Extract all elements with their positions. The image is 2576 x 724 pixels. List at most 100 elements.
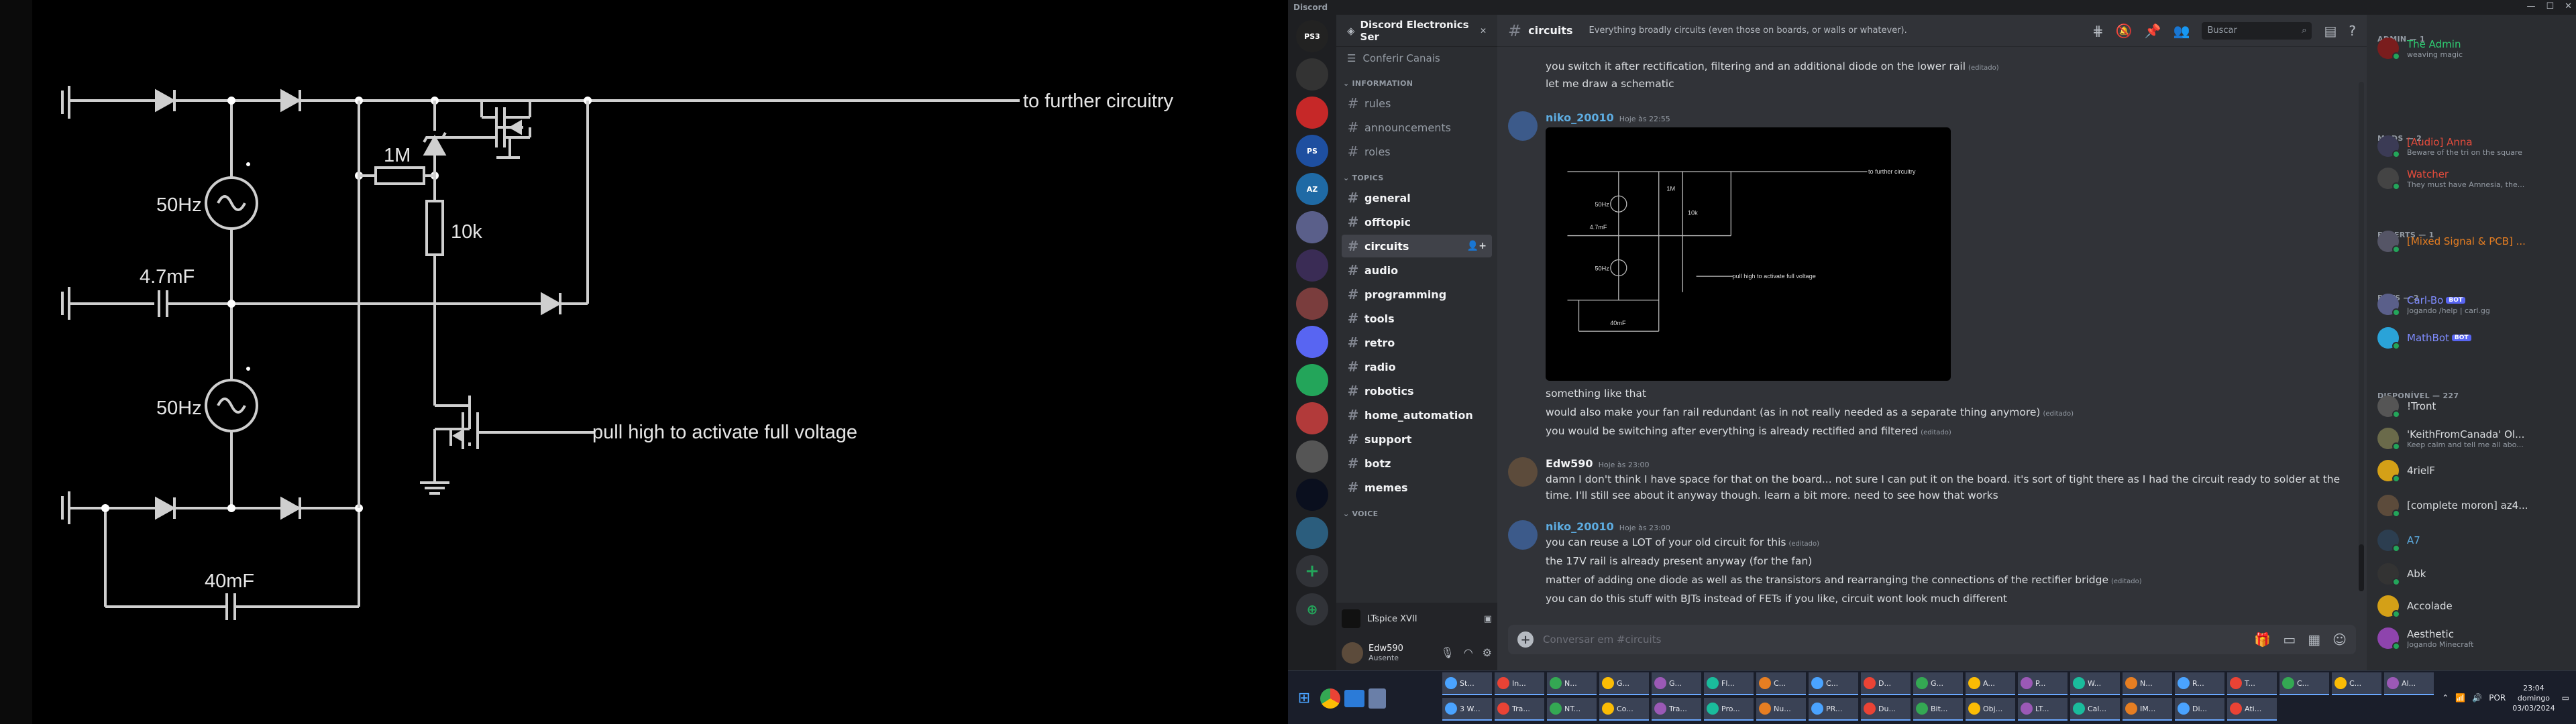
server-icon[interactable] bbox=[1296, 58, 1328, 90]
member-item[interactable]: !Tront bbox=[2372, 391, 2571, 421]
taskbar-window-button[interactable]: P... bbox=[2018, 672, 2068, 695]
taskbar-window-button[interactable]: St... bbox=[1442, 672, 1492, 695]
minimize-icon[interactable]: — bbox=[2526, 1, 2535, 11]
category-topics[interactable]: ⌄ TOPICS bbox=[1336, 164, 1497, 185]
notifications-icon[interactable]: ▭ bbox=[2562, 693, 2569, 703]
add-server-icon[interactable]: + bbox=[1296, 555, 1328, 587]
channel-item[interactable]: # botz bbox=[1342, 452, 1492, 475]
server-icon[interactable] bbox=[1296, 440, 1328, 473]
channel-item[interactable]: # roles bbox=[1342, 140, 1492, 163]
taskbar-window-button[interactable]: D... bbox=[1861, 672, 1911, 695]
threads-icon[interactable]: ⋕ bbox=[2092, 23, 2104, 39]
browse-channels[interactable]: ☰ Conferir Canais bbox=[1336, 47, 1497, 70]
taskbar-window-button[interactable]: G... bbox=[1652, 672, 1701, 695]
network-icon[interactable]: 📶 bbox=[2455, 693, 2465, 703]
inbox-icon[interactable]: ▤ bbox=[2324, 23, 2337, 39]
server-icon[interactable] bbox=[1296, 364, 1328, 396]
taskbar-window-button[interactable]: C... bbox=[2332, 672, 2381, 695]
activity-panel[interactable]: LTspice XVII ▣ bbox=[1336, 603, 1497, 635]
taskbar-window-button[interactable]: In... bbox=[1495, 672, 1544, 695]
taskbar-window-button[interactable]: Cal... bbox=[2070, 698, 2120, 721]
taskbar-window-button[interactable]: Ati... bbox=[2227, 698, 2277, 721]
taskbar-window-button[interactable]: NT... bbox=[1547, 698, 1597, 721]
headphones-icon[interactable]: ◠ bbox=[1464, 646, 1473, 659]
taskbar-window-button[interactable]: Pro... bbox=[1704, 698, 1754, 721]
member-item[interactable]: A7 bbox=[2372, 526, 2571, 555]
server-icon[interactable]: PS3 bbox=[1296, 20, 1328, 52]
server-icon[interactable] bbox=[1296, 517, 1328, 549]
help-icon[interactable]: ? bbox=[2349, 23, 2356, 39]
schematic-image-attachment[interactable]: to further circuitry pull high to activa… bbox=[1546, 127, 1951, 381]
server-icon[interactable]: PS bbox=[1296, 135, 1328, 167]
category-information[interactable]: ⌄ INFORMATION bbox=[1336, 70, 1497, 90]
taskbar-window-button[interactable]: G... bbox=[1913, 672, 1963, 695]
clock[interactable]: 23:04 domingo 03/03/2024 bbox=[2512, 683, 2555, 713]
taskbar-window-button[interactable]: Tra... bbox=[1652, 698, 1701, 721]
avatar[interactable] bbox=[1342, 642, 1363, 664]
member-item[interactable]: [Audio] Anna Beware of the tri on the squ… bbox=[2372, 131, 2571, 161]
language-indicator[interactable]: POR bbox=[2489, 693, 2506, 703]
notification-bell-icon[interactable]: 🔕 bbox=[2116, 23, 2133, 39]
taskbar-window-button[interactable]: C... bbox=[1756, 672, 1806, 695]
taskbar-window-button[interactable]: G... bbox=[1599, 672, 1649, 695]
taskbar-window-button[interactable]: Du... bbox=[1861, 698, 1911, 721]
taskbar-window-button[interactable]: Nu... bbox=[1756, 698, 1806, 721]
server-icon[interactable] bbox=[1296, 249, 1328, 282]
channel-item[interactable]: # memes bbox=[1342, 476, 1492, 499]
member-item[interactable]: [complete moron] az4... bbox=[2372, 491, 2571, 520]
member-item[interactable]: 'KeithFromCanada' Ol... Keep calm and tel… bbox=[2372, 424, 2571, 453]
taskbar-window-button[interactable]: A... bbox=[1966, 672, 2015, 695]
explore-servers-icon[interactable]: ⊕ bbox=[1296, 593, 1328, 625]
channel-item[interactable]: # home_automation bbox=[1342, 404, 1492, 426]
maximize-icon[interactable]: ☐ bbox=[2546, 1, 2554, 11]
server-icon[interactable] bbox=[1296, 211, 1328, 243]
taskbar-window-button[interactable]: Fl... bbox=[1704, 672, 1754, 695]
chat-scrollbar[interactable] bbox=[2359, 82, 2364, 591]
message-author[interactable]: niko_20010 Hoje às 22:55 bbox=[1546, 111, 1670, 124]
channel-item[interactable]: # general bbox=[1342, 186, 1492, 209]
chrome-icon[interactable] bbox=[1320, 688, 1340, 709]
gear-icon[interactable]: ⚙ bbox=[1483, 646, 1492, 659]
sticker-icon[interactable]: ▦ bbox=[2308, 631, 2320, 648]
server-icon[interactable] bbox=[1296, 97, 1328, 129]
taskbar-window-button[interactable]: Bit... bbox=[1913, 698, 1963, 721]
taskbar-window-button[interactable]: Co... bbox=[1599, 698, 1649, 721]
calculator-icon[interactable] bbox=[1368, 688, 1386, 709]
channel-item[interactable]: # rules bbox=[1342, 92, 1492, 115]
taskbar-window-button[interactable]: Al... bbox=[2384, 672, 2434, 695]
microphone-icon[interactable]: 🎙 bbox=[1440, 646, 1454, 659]
channel-item[interactable]: # robotics bbox=[1342, 379, 1492, 402]
taskbar-window-button[interactable]: IM... bbox=[2123, 698, 2172, 721]
server-icon[interactable] bbox=[1296, 326, 1328, 358]
volume-icon[interactable]: 🔊 bbox=[2472, 693, 2482, 703]
member-item[interactable]: Accolade bbox=[2372, 591, 2571, 621]
avatar[interactable] bbox=[1508, 457, 1538, 487]
channel-item[interactable]: # tools bbox=[1342, 307, 1492, 330]
taskbar-window-button[interactable]: N... bbox=[1547, 672, 1597, 695]
taskbar-window-button[interactable]: LT... bbox=[2018, 698, 2068, 721]
taskbar-window-button[interactable]: C... bbox=[2279, 672, 2329, 695]
server-icon[interactable] bbox=[1296, 479, 1328, 511]
server-icon[interactable] bbox=[1296, 288, 1328, 320]
member-item[interactable]: Watcher They must have Amnesia, the... bbox=[2372, 164, 2571, 193]
folder-icon[interactable] bbox=[1344, 690, 1364, 707]
taskbar-window-button[interactable]: PR... bbox=[1809, 698, 1858, 721]
guild-header[interactable]: ◈ Discord Electronics Ser ✕ bbox=[1336, 15, 1497, 47]
screen-share-icon[interactable]: ▣ bbox=[1484, 614, 1492, 624]
emoji-icon[interactable]: ☺ bbox=[2332, 631, 2347, 648]
scroll-thumb[interactable] bbox=[2359, 544, 2364, 591]
taskbar-window-button[interactable]: Tra... bbox=[1495, 698, 1544, 721]
gif-icon[interactable]: ▭ bbox=[2283, 631, 2296, 648]
channel-item[interactable]: # announcements bbox=[1342, 116, 1492, 139]
pin-icon[interactable]: 📌 bbox=[2145, 23, 2161, 39]
taskbar-window-button[interactable]: W... bbox=[2070, 672, 2120, 695]
channel-item[interactable]: # programming bbox=[1342, 283, 1492, 306]
members-list-icon[interactable]: 👥 bbox=[2174, 23, 2190, 39]
category-voice[interactable]: ⌄ VOICE bbox=[1336, 500, 1497, 521]
attach-plus-icon[interactable]: + bbox=[1517, 631, 1534, 648]
server-icon[interactable]: AZ bbox=[1296, 173, 1328, 205]
channel-item[interactable]: # radio bbox=[1342, 355, 1492, 378]
channel-item[interactable]: # support bbox=[1342, 428, 1492, 450]
taskbar-window-button[interactable]: R... bbox=[2175, 672, 2224, 695]
message-author[interactable]: Edw590 Hoje às 23:00 bbox=[1546, 457, 1650, 470]
